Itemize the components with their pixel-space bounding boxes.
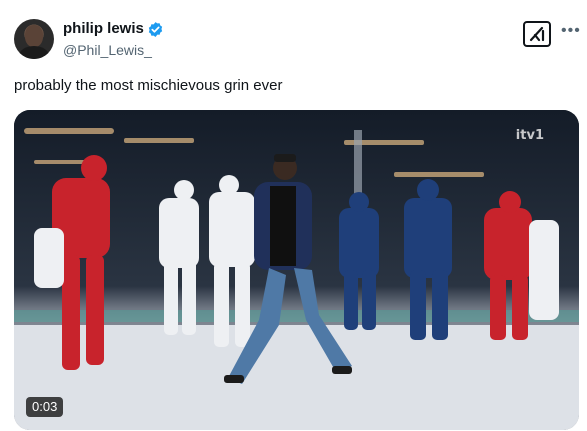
author-handle[interactable]: @Phil_Lewis_ [63, 41, 152, 59]
avatar-body [19, 46, 49, 59]
broadcaster-watermark: itv1 [515, 128, 544, 143]
verified-badge-icon [148, 22, 163, 37]
video-player[interactable]: itv1 0:03 [14, 110, 579, 430]
author-name[interactable]: philip lewis [63, 20, 144, 38]
tweet-text: probably the most mischievous grin ever [14, 77, 283, 94]
video-timestamp: 0:03 [26, 397, 64, 417]
grok-icon[interactable] [523, 21, 551, 47]
more-options-icon[interactable]: ••• [561, 23, 581, 39]
avatar[interactable] [14, 19, 54, 59]
video-frame [14, 110, 579, 430]
avatar-face [25, 25, 43, 47]
